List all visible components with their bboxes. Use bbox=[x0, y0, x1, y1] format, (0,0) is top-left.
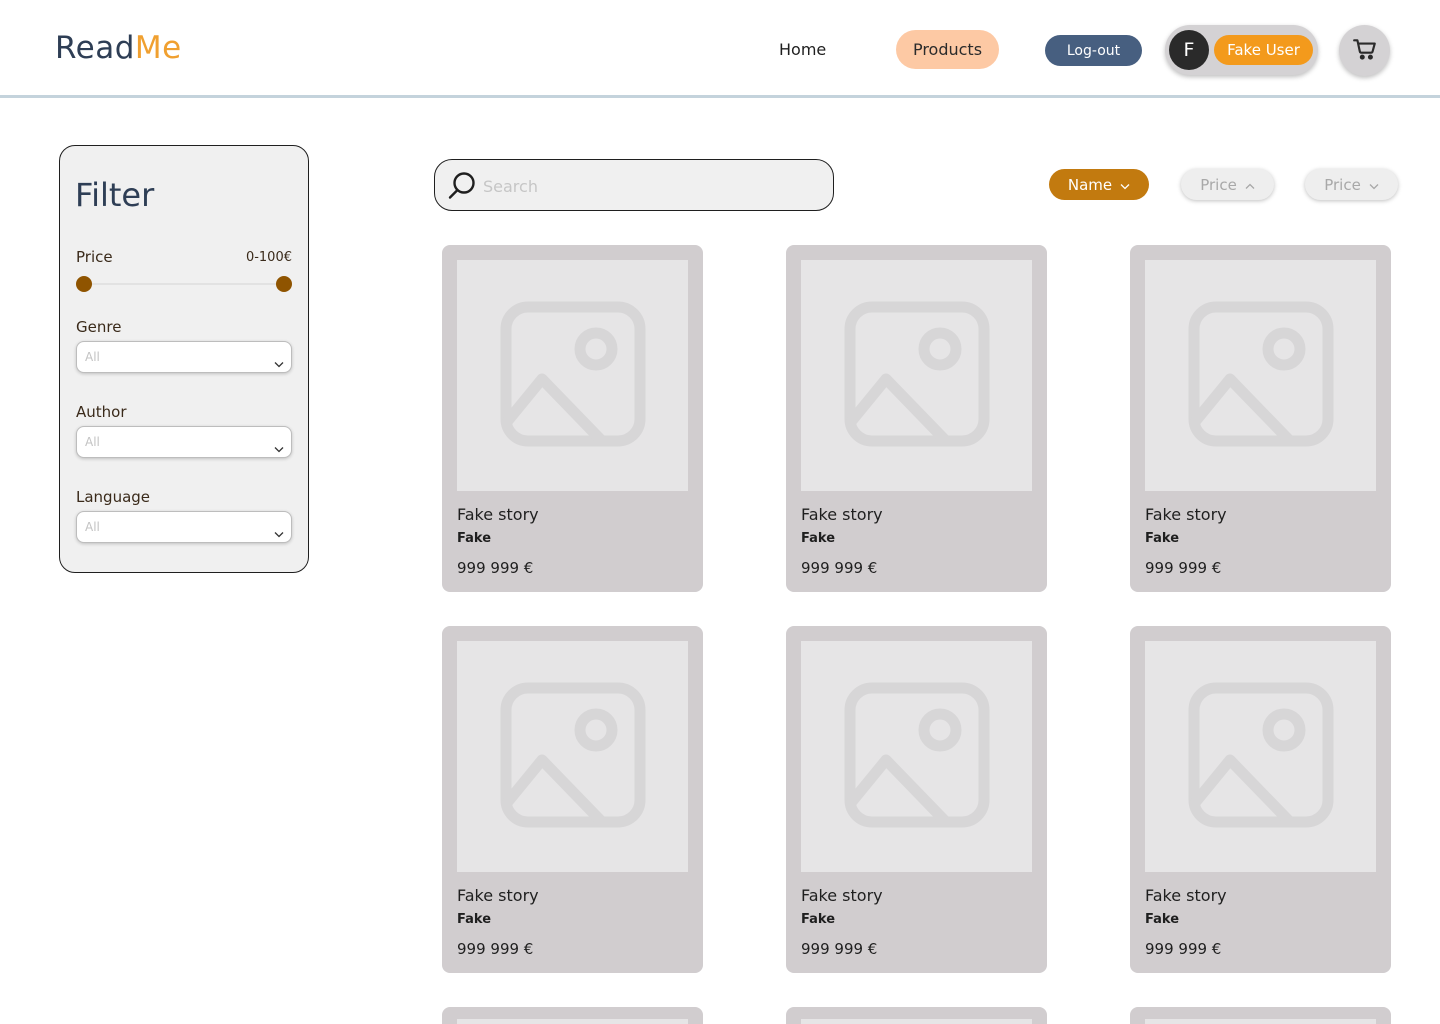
product-author: Fake bbox=[457, 912, 492, 927]
cart-icon bbox=[1352, 36, 1378, 66]
search-bar bbox=[434, 159, 834, 211]
cart-button[interactable] bbox=[1339, 25, 1390, 76]
language-label: Language bbox=[76, 488, 151, 506]
product-image bbox=[457, 1019, 688, 1024]
product-author: Fake bbox=[1145, 531, 1180, 546]
product-author: Fake bbox=[801, 912, 836, 927]
search-input[interactable] bbox=[483, 172, 813, 200]
chevron-down-icon bbox=[1369, 176, 1379, 194]
product-card[interactable]: Fake story Fake 999 999 € bbox=[786, 626, 1047, 973]
user-name: Fake User bbox=[1214, 35, 1313, 65]
language-select[interactable]: All bbox=[76, 511, 292, 543]
product-author: Fake bbox=[1145, 912, 1180, 927]
logout-button[interactable]: Log-out bbox=[1045, 35, 1142, 66]
logo-read: Read bbox=[55, 30, 135, 66]
chevron-down-icon bbox=[1120, 176, 1130, 194]
product-image bbox=[457, 260, 688, 491]
product-card[interactable]: Fake story Fake 999 999 € bbox=[442, 245, 703, 592]
genre-select-value: All bbox=[85, 350, 100, 364]
product-card[interactable]: Fake story Fake 999 999 € bbox=[442, 626, 703, 973]
chevron-down-icon bbox=[274, 523, 284, 542]
product-title: Fake story bbox=[1145, 886, 1227, 905]
image-placeholder-icon bbox=[844, 682, 990, 832]
user-menu[interactable]: F Fake User bbox=[1165, 25, 1318, 75]
product-price: 999 999 € bbox=[1145, 559, 1222, 577]
image-placeholder-icon bbox=[500, 301, 646, 451]
product-image bbox=[1145, 641, 1376, 872]
genre-label: Genre bbox=[76, 318, 122, 336]
product-image bbox=[1145, 1019, 1376, 1024]
product-title: Fake story bbox=[457, 505, 539, 524]
author-select-value: All bbox=[85, 435, 100, 449]
product-title: Fake story bbox=[801, 886, 883, 905]
sort-price-asc-button[interactable]: Price bbox=[1181, 169, 1274, 200]
price-range-value: 0-100€ bbox=[245, 250, 292, 265]
logo[interactable]: ReadMe bbox=[55, 30, 182, 66]
product-image bbox=[1145, 260, 1376, 491]
product-card[interactable]: Fake story Fake 999 999 € bbox=[1130, 245, 1391, 592]
product-card[interactable]: Fake story Fake 999 999 € bbox=[1130, 626, 1391, 973]
product-author: Fake bbox=[457, 531, 492, 546]
sort-price-desc-label: Price bbox=[1324, 175, 1361, 194]
product-image bbox=[801, 641, 1032, 872]
product-title: Fake story bbox=[1145, 505, 1227, 524]
image-placeholder-icon bbox=[1188, 301, 1334, 451]
avatar: F bbox=[1169, 30, 1209, 70]
logo-me: Me bbox=[134, 30, 182, 66]
product-title: Fake story bbox=[801, 505, 883, 524]
product-price: 999 999 € bbox=[457, 940, 534, 958]
sort-name-button[interactable]: Name bbox=[1049, 169, 1149, 200]
product-price: 999 999 € bbox=[801, 940, 878, 958]
genre-select[interactable]: All bbox=[76, 341, 292, 373]
language-select-value: All bbox=[85, 520, 100, 534]
product-image bbox=[457, 641, 688, 872]
author-select[interactable]: All bbox=[76, 426, 292, 458]
author-label: Author bbox=[76, 403, 127, 421]
product-author: Fake bbox=[801, 531, 836, 546]
product-image bbox=[801, 1019, 1032, 1024]
product-image bbox=[801, 260, 1032, 491]
product-title: Fake story bbox=[457, 886, 539, 905]
sort-price-desc-button[interactable]: Price bbox=[1305, 169, 1398, 200]
chevron-down-icon bbox=[274, 353, 284, 372]
product-card[interactable]: Fake story Fake 999 999 € bbox=[786, 245, 1047, 592]
product-card[interactable] bbox=[1130, 1007, 1391, 1024]
chevron-down-icon bbox=[274, 438, 284, 457]
price-slider-min-handle[interactable] bbox=[76, 276, 92, 292]
price-slider-max-handle[interactable] bbox=[276, 276, 292, 292]
product-price: 999 999 € bbox=[1145, 940, 1222, 958]
sort-price-asc-label: Price bbox=[1200, 175, 1237, 194]
product-card[interactable] bbox=[786, 1007, 1047, 1024]
product-price: 999 999 € bbox=[801, 559, 878, 577]
price-label: Price bbox=[76, 248, 113, 266]
filter-title: Filter bbox=[75, 176, 155, 214]
product-card[interactable] bbox=[442, 1007, 703, 1024]
image-placeholder-icon bbox=[844, 301, 990, 451]
product-price: 999 999 € bbox=[457, 559, 534, 577]
price-slider-track[interactable] bbox=[84, 283, 284, 285]
header: ReadMe Home Products Log-out F Fake User bbox=[0, 0, 1440, 98]
filter-panel: Filter Price 0-100€ Genre All Author All… bbox=[59, 145, 309, 573]
sort-name-label: Name bbox=[1067, 175, 1113, 194]
search-icon[interactable] bbox=[447, 171, 477, 205]
image-placeholder-icon bbox=[500, 682, 646, 832]
nav-products-link[interactable]: Products bbox=[896, 30, 999, 69]
chevron-up-icon bbox=[1245, 176, 1255, 194]
image-placeholder-icon bbox=[1188, 682, 1334, 832]
nav-home-link[interactable]: Home bbox=[779, 40, 826, 59]
